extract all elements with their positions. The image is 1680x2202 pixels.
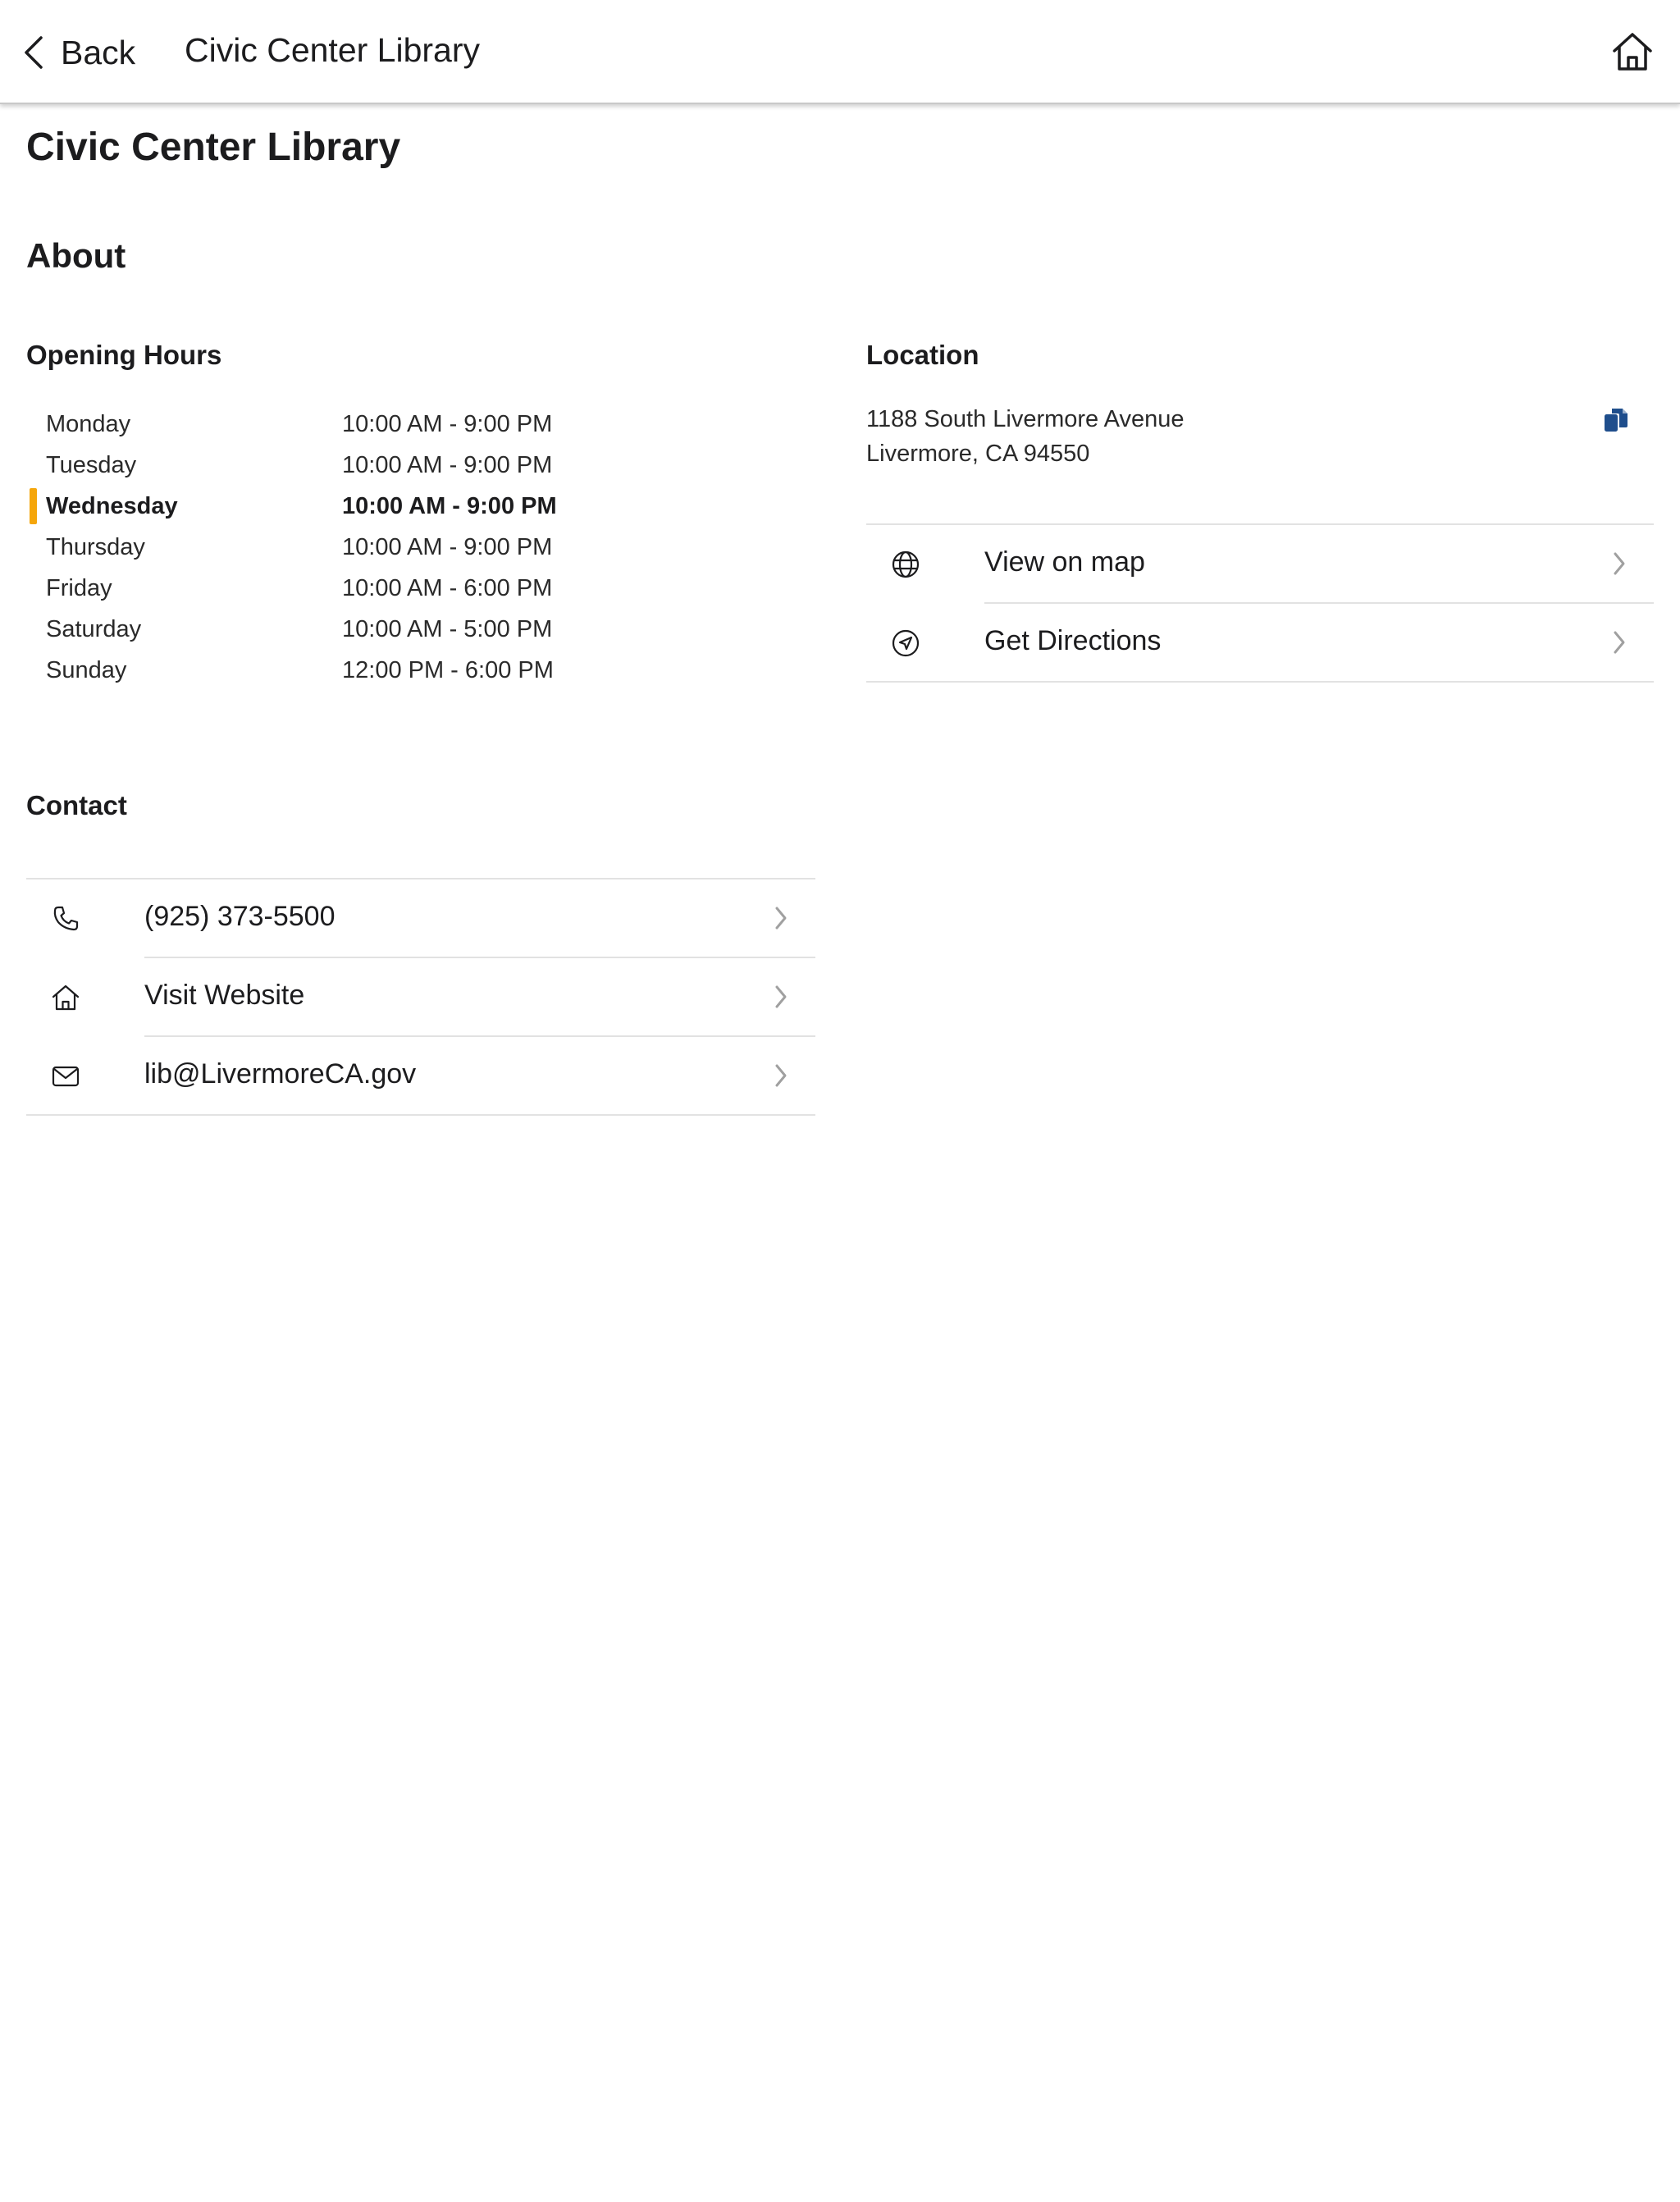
view-on-map-row[interactable]: View on map [866,525,1654,604]
hours-day: Sunday [46,656,127,683]
chevron-right-icon [775,985,787,1008]
navigation-arrow-icon [892,629,920,657]
contact-heading: Contact [26,790,127,820]
hours-row-tuesday: Tuesday 10:00 AM - 9:00 PM [26,445,765,486]
location-actions-list: View on map Get Directions [866,523,1654,683]
phone-number: (925) 373-5500 [144,901,336,932]
get-directions-label: Get Directions [984,625,1162,656]
chevron-right-icon [1614,552,1625,575]
navigation-bar: Back Civic Center Library [0,0,1680,104]
chevron-right-icon [775,1064,787,1087]
location-heading: Location [866,340,979,370]
hours-time: 10:00 AM - 6:00 PM [342,574,553,601]
hours-day: Friday [46,574,112,601]
today-indicator [30,488,37,524]
hours-row-saturday: Saturday 10:00 AM - 5:00 PM [26,609,765,650]
phone-icon [53,906,79,931]
back-label: Back [61,33,136,71]
hours-row-sunday: Sunday 12:00 PM - 6:00 PM [26,650,765,691]
hours-row-thursday: Thursday 10:00 AM - 9:00 PM [26,527,765,568]
hours-time: 10:00 AM - 9:00 PM [342,410,553,437]
chevron-right-icon [775,907,787,930]
opening-hours-heading: Opening Hours [26,340,222,370]
home-icon [52,985,80,1011]
hours-day: Wednesday [46,492,178,519]
about-heading: About [26,236,126,275]
chevron-left-icon [25,36,43,69]
phone-row[interactable]: (925) 373-5500 [26,879,815,958]
visit-website-label: Visit Website [144,980,305,1011]
hours-time: 12:00 PM - 6:00 PM [342,656,554,683]
hours-time: 10:00 AM - 9:00 PM [342,451,553,478]
hours-day: Saturday [46,615,142,642]
hours-day: Monday [46,410,131,437]
website-row[interactable]: Visit Website [26,958,815,1037]
chevron-right-icon [1614,631,1625,654]
hours-time: 10:00 AM - 9:00 PM [342,533,553,560]
home-icon[interactable] [1611,31,1654,72]
view-on-map-label: View on map [984,546,1145,578]
row-divider [26,1114,815,1116]
hours-row-wednesday: Wednesday 10:00 AM - 9:00 PM [26,486,765,527]
hours-day: Tuesday [46,451,137,478]
hours-row-monday: Monday 10:00 AM - 9:00 PM [26,404,765,445]
hours-row-friday: Friday 10:00 AM - 6:00 PM [26,568,765,609]
address-line-1: 1188 South Livermore Avenue [866,406,1185,432]
globe-icon [892,550,920,578]
hours-day: Thursday [46,533,145,560]
email-address: lib@LivermoreCA.gov [144,1058,417,1090]
page-title: Civic Center Library [26,126,401,169]
nav-title: Civic Center Library [185,31,480,69]
mail-icon [52,1066,80,1087]
email-row[interactable]: lib@LivermoreCA.gov [26,1037,815,1116]
copy-icon[interactable] [1603,407,1629,433]
row-divider [866,681,1654,683]
address-line-2: Livermore, CA 94550 [866,441,1090,467]
hours-time: 10:00 AM - 5:00 PM [342,615,553,642]
get-directions-row[interactable]: Get Directions [866,604,1654,683]
back-button[interactable]: Back [23,25,135,80]
contact-list: (925) 373-5500 Visit Website lib@Livermo… [26,878,815,1116]
opening-hours-list: Monday 10:00 AM - 9:00 PM Tuesday 10:00 … [26,404,765,691]
hours-time: 10:00 AM - 9:00 PM [342,492,557,519]
address-block: 1188 South Livermore Avenue Livermore, C… [866,402,1184,471]
